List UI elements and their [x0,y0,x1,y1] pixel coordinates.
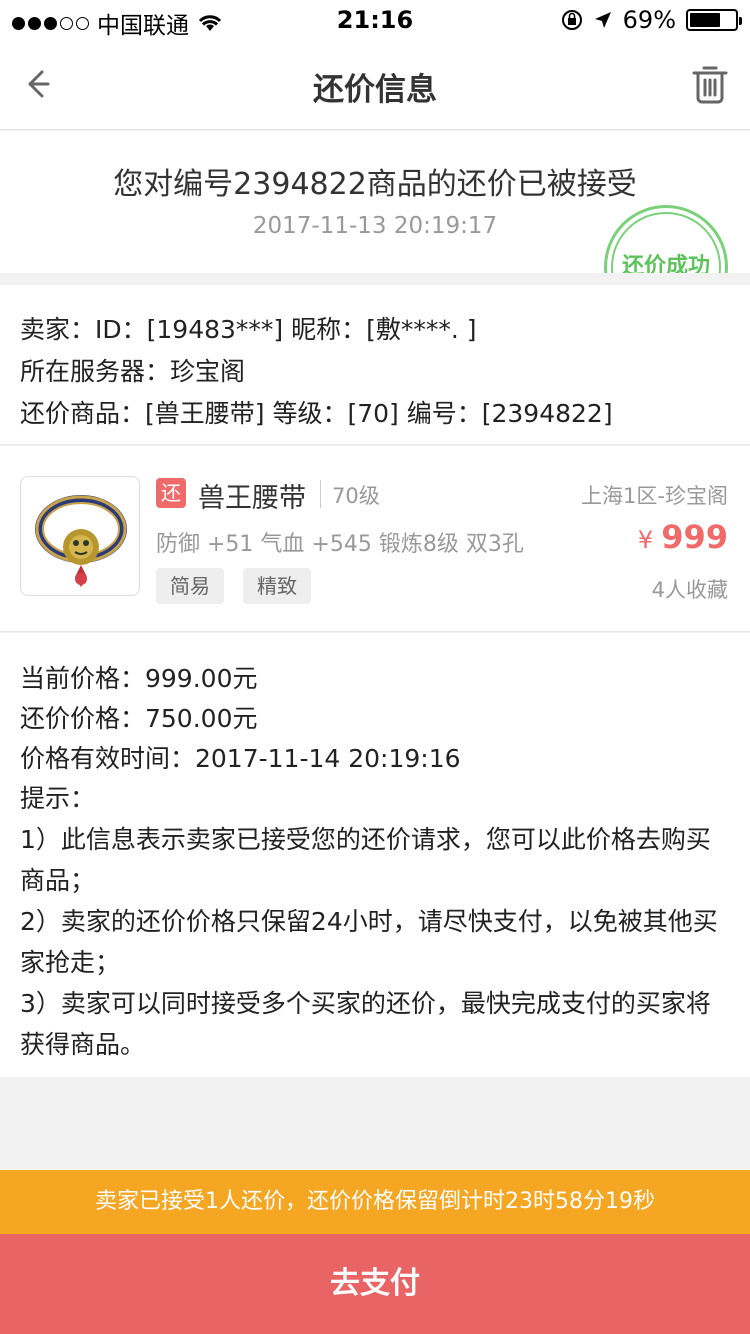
status-right: 69% [561,6,742,34]
product-price: ¥999 [638,518,728,556]
stamp-text: 还价成功 [621,254,710,273]
battery-percent: 69% [622,6,676,34]
orientation-lock-icon [561,10,582,30]
offer-item-line: 还价商品：[兽王腰带] 等级：[70] 编号：[2394822] [20,399,613,428]
tip-2: 2）卖家的还价价格只保留24小时，请尽快支付，以免被其他买家抢走； [20,907,718,977]
current-price: 当前价格：999.00元 [20,664,258,693]
tip-3: 3）卖家可以同时接受多个买家的还价，最快完成支付的买家将获得商品。 [20,989,711,1059]
battery-icon [686,9,742,31]
favorites-count: 4人收藏 [651,578,728,602]
belt-item-icon [35,495,127,587]
seller-server-line: 所在服务器：珍宝阁 [20,357,246,386]
price-value: 999 [661,518,728,556]
currency-symbol: ¥ [637,526,654,554]
product-tag: 精致 [243,568,311,604]
offer-details: 当前价格：999.00元 还价价格：750.00元 价格有效时间：2017-11… [0,633,750,1077]
location-arrow-icon [594,12,611,28]
product-image [20,476,140,596]
product-level: 70级 [332,484,380,508]
status-bar: 中国联通 21:16 69% [0,0,750,42]
valid-until: 价格有效时间：2017-11-14 20:19:16 [20,744,461,773]
product-attributes: 防御 +51 气血 +545 锻炼8级 双3孔 [156,532,524,557]
seller-id-line: 卖家：ID：[19483***] 昵称：[敷****. ] [20,315,477,344]
tips-title: 提示： [20,784,96,813]
divider [320,480,321,508]
countdown-banner: 卖家已接受1人还价，还价价格保留倒计时23时58分19秒 [0,1170,750,1234]
navigation-bar: 还价信息 [0,42,750,130]
battery-level [690,13,721,27]
tip-1: 1）此信息表示卖家已接受您的还价请求，您可以此价格去购买商品； [20,825,711,895]
bargain-badge: 还 [156,478,186,508]
product-server: 上海1区-珍宝阁 [581,484,728,508]
pay-button[interactable]: 去支付 [0,1234,750,1334]
offer-price: 还价价格：750.00元 [20,704,258,733]
seller-info: 卖家：ID：[19483***] 昵称：[敷****. ] 所在服务器：珍宝阁 … [0,285,750,445]
notice-title: 您对编号2394822商品的还价已被接受 [113,167,637,202]
offer-accepted-notice: 您对编号2394822商品的还价已被接受 2017-11-13 20:19:17… [0,131,750,273]
trash-icon[interactable] [690,62,730,106]
product-card[interactable]: 还 兽王腰带 70级 上海1区-珍宝阁 防御 +51 气血 +545 锻炼8级 … [0,446,750,632]
page-title: 还价信息 [313,72,437,108]
product-name: 兽王腰带 [198,483,306,514]
product-tag: 简易 [156,568,224,604]
